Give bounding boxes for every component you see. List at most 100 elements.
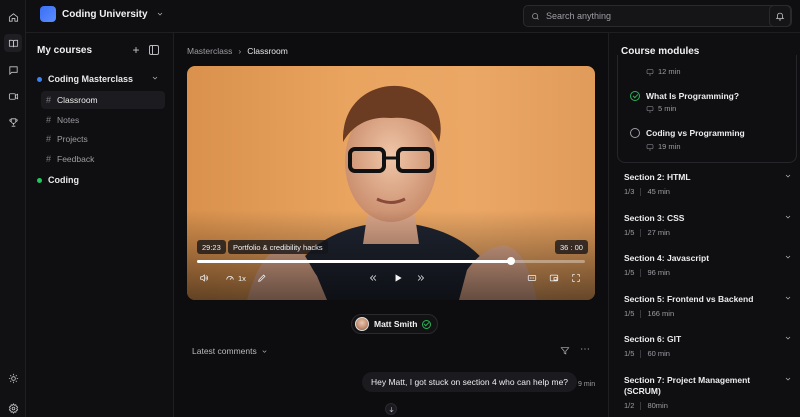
search-icon [532, 12, 539, 20]
lesson-duration: 19 min [658, 142, 681, 151]
chevron-down-icon[interactable] [784, 294, 792, 304]
chevron-down-icon[interactable] [784, 172, 792, 182]
chevron-down-icon[interactable] [784, 253, 792, 263]
chevron-down-icon[interactable] [784, 213, 792, 223]
section-meta: 1/5 60 min [624, 349, 792, 358]
video-player[interactable]: 29:23 Portfolio & credibility hacks 36 :… [187, 66, 595, 300]
trophy-icon[interactable] [4, 113, 22, 131]
sun-icon[interactable] [4, 369, 22, 387]
author-name: Matt Smith [374, 319, 418, 329]
captions-icon[interactable] [527, 273, 537, 283]
search-box[interactable] [523, 5, 792, 27]
comment-time: 9 min [578, 381, 596, 388]
comments-sort-dropdown[interactable]: Latest comments [192, 346, 268, 356]
section-progress: 1/5 [624, 228, 635, 237]
section-html[interactable]: Section 2: HTML 1/3 45 min [624, 172, 792, 196]
progress-fill [197, 260, 512, 263]
sidebar-item-notes[interactable]: # Notes [41, 111, 165, 129]
lesson-meta: 5 min [646, 104, 676, 113]
section-duration: 27 min [647, 228, 670, 237]
section-frontend-backend[interactable]: Section 5: Frontend vs Backend 1/5 166 m… [624, 294, 792, 318]
play-icon[interactable] [393, 273, 403, 283]
chevron-down-icon [157, 12, 162, 16]
arrow-down-icon [389, 406, 393, 412]
bell-icon [775, 12, 785, 21]
progress-bar[interactable] [197, 257, 585, 265]
video-lesson-icon [646, 68, 654, 75]
home-icon[interactable] [4, 8, 22, 26]
search-input[interactable] [546, 11, 746, 21]
section-duration: 80min [647, 401, 668, 410]
lesson-meta: 12 min [646, 67, 681, 76]
brand-logo [40, 6, 56, 22]
book-icon[interactable] [4, 34, 22, 52]
video-shade [187, 210, 595, 300]
sidebar-title: My courses [37, 45, 93, 56]
notifications-button[interactable] [769, 5, 791, 27]
course-dot [37, 76, 42, 82]
gauge-icon [226, 276, 234, 280]
section-javascript[interactable]: Section 4: Javascript 1/5 96 min [624, 253, 792, 277]
section-css[interactable]: Section 3: CSS 1/5 27 min [624, 213, 792, 237]
lesson-meta: 19 min [646, 142, 681, 151]
settings-icon[interactable] [4, 399, 22, 417]
app-name: Coding University [62, 8, 148, 20]
speed-button[interactable]: 1x [225, 273, 246, 283]
breadcrumb: Masterclass › Classroom [187, 46, 288, 56]
section-project-management[interactable]: Section 7: Project Management (SCRUM) 1/… [624, 375, 792, 410]
comments-sort-label: Latest comments [192, 346, 257, 356]
chevron-down-icon[interactable] [784, 334, 792, 344]
section-title: Section 4: Javascript [624, 253, 710, 263]
add-course-button[interactable]: + [130, 44, 142, 56]
section-progress: 1/2 [624, 401, 635, 410]
chevron-down-icon [262, 349, 267, 353]
lesson-title[interactable]: What Is Programming? [646, 91, 739, 101]
section-title: Section 5: Frontend vs Backend [624, 294, 754, 304]
scroll-down-button[interactable] [385, 403, 397, 415]
lesson-complete-icon[interactable] [630, 91, 640, 101]
section-title: Section 3: CSS [624, 213, 685, 223]
sidebar-item-label: Classroom [57, 95, 98, 105]
course-modules-panel: Course modules 12 min What Is Programmin… [608, 33, 800, 417]
more-options-icon[interactable]: ⋯ [580, 344, 591, 355]
lesson-title[interactable]: Coding vs Programming [646, 128, 745, 138]
fullscreen-icon[interactable] [571, 273, 581, 283]
section-title: Section 2: HTML [624, 172, 691, 182]
workspace-switcher[interactable]: Coding University [40, 6, 164, 22]
section-git[interactable]: Section 6: GIT 1/5 60 min [624, 334, 792, 358]
section-progress: 1/5 [624, 309, 635, 318]
course-coding[interactable]: Coding [37, 175, 163, 185]
section-title: Section 6: GIT [624, 334, 682, 344]
sidebar-item-label: Feedback [57, 154, 95, 164]
filter-icon[interactable] [560, 346, 570, 358]
lesson-incomplete-icon[interactable] [630, 128, 640, 138]
video-lesson-icon [646, 143, 654, 150]
section-duration: 60 min [647, 349, 670, 358]
rewind-icon[interactable] [368, 273, 378, 283]
volume-icon[interactable] [199, 273, 209, 283]
duration-time: 36 : 00 [555, 240, 588, 254]
video-icon[interactable] [4, 87, 22, 105]
pen-icon[interactable] [257, 273, 267, 283]
author-chip[interactable]: Matt Smith [351, 314, 439, 334]
chapter-label: Portfolio & credibility hacks [228, 240, 328, 254]
course-dot [37, 177, 42, 183]
chevron-down-icon[interactable] [784, 375, 792, 385]
sidebar-item-label: Projects [57, 134, 88, 144]
picture-in-picture-icon[interactable] [549, 273, 559, 283]
section-meta: 1/5 27 min [624, 228, 792, 237]
section-title: Section 7: Project Management (SCRUM) [624, 375, 751, 396]
course-coding-masterclass[interactable]: Coding Masterclass [37, 74, 163, 84]
breadcrumb-parent[interactable]: Masterclass [187, 46, 232, 56]
sidebar-item-label: Notes [57, 115, 80, 125]
chat-icon[interactable] [4, 61, 22, 79]
toggle-sidebar-icon[interactable] [149, 45, 159, 55]
hash-icon: # [46, 95, 52, 105]
hash-icon: # [46, 134, 52, 144]
sidebar-item-feedback[interactable]: # Feedback [41, 150, 165, 168]
chevron-down-icon[interactable] [151, 74, 159, 84]
sidebar-item-projects[interactable]: # Projects [41, 130, 165, 148]
fast-forward-icon[interactable] [416, 273, 426, 283]
comment-bubble: Hey Matt, I got stuck on section 4 who c… [362, 372, 578, 392]
sidebar-item-classroom[interactable]: # Classroom [41, 91, 165, 109]
